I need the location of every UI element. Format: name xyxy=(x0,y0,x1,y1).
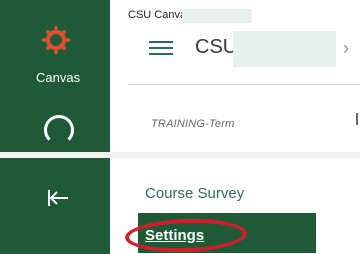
collapse-left-icon[interactable] xyxy=(46,188,70,208)
global-navigation: Canvas xyxy=(0,0,110,254)
account-icon[interactable] xyxy=(44,115,74,145)
separator-icon xyxy=(356,113,358,125)
header-divider xyxy=(128,84,360,85)
redacted-course-title xyxy=(233,31,336,67)
term-label: TRAINING-Term xyxy=(151,118,235,130)
redacted-breadcrumb xyxy=(182,9,252,23)
canvas-logo-icon[interactable] xyxy=(41,25,71,55)
canvas-logo-label[interactable]: Canvas xyxy=(36,70,80,85)
hamburger-menu-icon[interactable] xyxy=(147,38,175,58)
chevron-right-icon: › xyxy=(343,38,349,58)
course-nav-item-course-survey[interactable]: Course Survey xyxy=(145,185,244,202)
course-title[interactable]: CSU xyxy=(195,36,237,59)
section-divider xyxy=(0,152,360,158)
